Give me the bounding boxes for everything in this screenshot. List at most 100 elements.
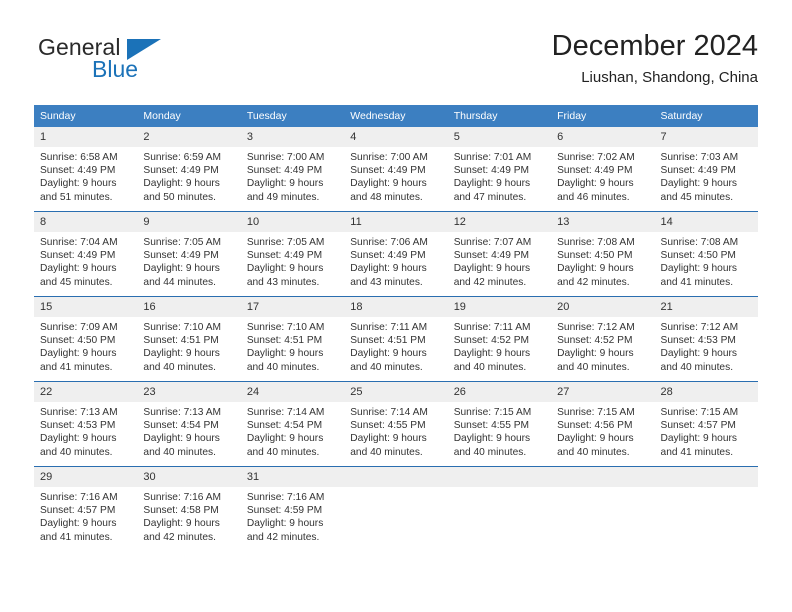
day-cell-inner: 23 Sunrise: 7:13 AM Sunset: 4:54 PM Dayligh… xyxy=(137,382,241,466)
daylight-duration-line2: and 40 minutes. xyxy=(557,446,630,458)
calendar-day-cell[interactable]: 14 Sunrise: 7:08 AM Sunset: 4:50 PM Dayligh… xyxy=(654,211,758,297)
sunrise-time: Sunrise: 7:04 AM xyxy=(40,237,118,248)
day-number: 24 xyxy=(240,382,345,402)
calendar-day-cell[interactable]: 28 Sunrise: 7:15 AM Sunset: 4:57 PM Dayligh… xyxy=(654,381,758,467)
day-details: Sunrise: 7:11 AM Sunset: 4:52 PM Daylight:… xyxy=(448,317,551,374)
calendar-day-cell[interactable]: 3 Sunrise: 7:00 AM Sunset: 4:49 PM Daylight… xyxy=(240,127,345,212)
sunrise-time: Sunrise: 7:15 AM xyxy=(660,407,739,418)
day-details xyxy=(448,487,551,491)
calendar-day-cell[interactable]: 12 Sunrise: 7:07 AM Sunset: 4:49 PM Dayligh… xyxy=(447,211,552,297)
calendar-day-cell[interactable]: 25 Sunrise: 7:14 AM Sunset: 4:55 PM Dayligh… xyxy=(344,381,448,467)
daylight-duration-line2: and 40 minutes. xyxy=(453,446,527,458)
sunrise-time: Sunrise: 6:59 AM xyxy=(143,152,222,163)
daylight-duration-line2: and 40 minutes. xyxy=(143,361,216,373)
day-details: Sunrise: 7:05 AM Sunset: 4:49 PM Daylight:… xyxy=(241,232,344,289)
day-cell-inner xyxy=(551,467,655,551)
sunrise-time: Sunrise: 7:05 AM xyxy=(143,237,222,248)
day-cell-inner xyxy=(654,467,758,551)
calendar-day-cell[interactable]: 29 Sunrise: 7:16 AM Sunset: 4:57 PM Dayligh… xyxy=(34,466,138,551)
weekday-header-row: Sunday Monday Tuesday Wednesday Thursday… xyxy=(34,105,758,127)
weekday-header-monday: Monday xyxy=(137,105,241,127)
calendar-day-cell-empty xyxy=(551,466,655,551)
calendar-day-cell[interactable]: 13 Sunrise: 7:08 AM Sunset: 4:50 PM Dayligh… xyxy=(551,211,655,297)
calendar-day-cell[interactable]: 5 Sunrise: 7:01 AM Sunset: 4:49 PM Daylight… xyxy=(447,127,552,212)
calendar-day-cell[interactable]: 10 Sunrise: 7:05 AM Sunset: 4:49 PM Dayligh… xyxy=(240,211,345,297)
day-details xyxy=(344,487,447,491)
calendar-day-cell[interactable]: 17 Sunrise: 7:10 AM Sunset: 4:51 PM Dayligh… xyxy=(240,296,345,382)
daylight-duration-line1: Daylight: 9 hours xyxy=(246,433,324,445)
calendar-day-cell[interactable]: 7 Sunrise: 7:03 AM Sunset: 4:49 PM Daylight… xyxy=(654,127,758,212)
day-details: Sunrise: 7:08 AM Sunset: 4:50 PM Daylight:… xyxy=(655,232,758,289)
sunrise-time: Sunrise: 7:09 AM xyxy=(40,322,118,333)
calendar-day-cell[interactable]: 4 Sunrise: 7:00 AM Sunset: 4:49 PM Daylight… xyxy=(344,127,448,212)
daylight-duration-line2: and 41 minutes. xyxy=(40,361,113,373)
daylight-duration-line1: Daylight: 9 hours xyxy=(453,263,531,275)
day-cell-inner: 24 Sunrise: 7:14 AM Sunset: 4:54 PM Dayligh… xyxy=(240,382,345,466)
sunrise-time: Sunrise: 7:13 AM xyxy=(40,407,118,418)
day-number: 29 xyxy=(34,467,138,487)
calendar-day-cell[interactable]: 11 Sunrise: 7:06 AM Sunset: 4:49 PM Dayligh… xyxy=(344,211,448,297)
day-details: Sunrise: 7:00 AM Sunset: 4:49 PM Daylight:… xyxy=(241,147,344,204)
calendar-day-cell[interactable]: 1 Sunrise: 6:58 AM Sunset: 4:49 PM Daylight… xyxy=(34,127,138,212)
day-number: 15 xyxy=(34,297,138,317)
calendar-day-cell[interactable]: 31 Sunrise: 7:16 AM Sunset: 4:59 PM Dayligh… xyxy=(240,466,345,551)
day-cell-inner: 26 Sunrise: 7:15 AM Sunset: 4:55 PM Dayligh… xyxy=(447,382,552,466)
daylight-duration-line2: and 50 minutes. xyxy=(143,191,216,203)
calendar-body: 1 Sunrise: 6:58 AM Sunset: 4:49 PM Daylight… xyxy=(34,127,758,551)
calendar-day-cell[interactable]: 16 Sunrise: 7:10 AM Sunset: 4:51 PM Dayligh… xyxy=(137,296,241,382)
sunset-time: Sunset: 4:53 PM xyxy=(40,420,116,432)
day-details: Sunrise: 7:15 AM Sunset: 4:57 PM Daylight:… xyxy=(655,402,758,459)
calendar-day-cell[interactable]: 20 Sunrise: 7:12 AM Sunset: 4:52 PM Dayligh… xyxy=(551,296,655,382)
calendar-day-cell[interactable]: 19 Sunrise: 7:11 AM Sunset: 4:52 PM Dayligh… xyxy=(447,296,552,382)
sunset-time: Sunset: 4:54 PM xyxy=(143,420,219,432)
sunset-time: Sunset: 4:49 PM xyxy=(40,165,116,177)
sunset-time: Sunset: 4:49 PM xyxy=(453,165,530,177)
sunset-time: Sunset: 4:49 PM xyxy=(350,165,426,177)
calendar-day-cell[interactable]: 2 Sunrise: 6:59 AM Sunset: 4:49 PM Daylight… xyxy=(137,127,241,212)
day-details: Sunrise: 7:12 AM Sunset: 4:53 PM Daylight:… xyxy=(655,317,758,374)
daylight-duration-line1: Daylight: 9 hours xyxy=(557,263,634,275)
calendar-day-cell[interactable]: 23 Sunrise: 7:13 AM Sunset: 4:54 PM Dayligh… xyxy=(137,381,241,467)
calendar-day-cell[interactable]: 27 Sunrise: 7:15 AM Sunset: 4:56 PM Dayligh… xyxy=(551,381,655,467)
calendar-day-cell[interactable]: 6 Sunrise: 7:02 AM Sunset: 4:49 PM Daylight… xyxy=(551,127,655,212)
sunrise-time: Sunrise: 7:10 AM xyxy=(246,322,325,333)
day-number: 16 xyxy=(137,297,241,317)
general-blue-logo[interactable]: General Blue xyxy=(34,34,264,92)
calendar-day-cell[interactable]: 18 Sunrise: 7:11 AM Sunset: 4:51 PM Dayligh… xyxy=(344,296,448,382)
day-cell-inner xyxy=(344,467,448,551)
day-cell-inner: 15 Sunrise: 7:09 AM Sunset: 4:50 PM Dayligh… xyxy=(34,297,138,381)
calendar-day-cell[interactable]: 24 Sunrise: 7:14 AM Sunset: 4:54 PM Dayligh… xyxy=(240,381,345,467)
sunset-time: Sunset: 4:51 PM xyxy=(143,335,219,347)
day-cell-inner: 20 Sunrise: 7:12 AM Sunset: 4:52 PM Dayligh… xyxy=(551,297,655,381)
daylight-duration-line2: and 41 minutes. xyxy=(40,531,113,543)
day-cell-inner: 30 Sunrise: 7:16 AM Sunset: 4:58 PM Dayligh… xyxy=(137,467,241,551)
day-cell-inner: 14 Sunrise: 7:08 AM Sunset: 4:50 PM Dayligh… xyxy=(654,212,758,296)
calendar-day-cell[interactable]: 21 Sunrise: 7:12 AM Sunset: 4:53 PM Dayligh… xyxy=(654,296,758,382)
sunset-time: Sunset: 4:50 PM xyxy=(557,250,633,262)
calendar-day-cell[interactable]: 8 Sunrise: 7:04 AM Sunset: 4:49 PM Daylight… xyxy=(34,211,138,297)
calendar-day-cell[interactable]: 30 Sunrise: 7:16 AM Sunset: 4:58 PM Dayligh… xyxy=(137,466,241,551)
sunset-time: Sunset: 4:55 PM xyxy=(453,420,530,432)
day-details: Sunrise: 7:14 AM Sunset: 4:55 PM Daylight:… xyxy=(344,402,447,459)
day-number: 8 xyxy=(34,212,138,232)
calendar-day-cell[interactable]: 26 Sunrise: 7:15 AM Sunset: 4:55 PM Dayligh… xyxy=(447,381,552,467)
calendar-day-cell[interactable]: 15 Sunrise: 7:09 AM Sunset: 4:50 PM Dayligh… xyxy=(34,296,138,382)
sunset-time: Sunset: 4:54 PM xyxy=(246,420,323,432)
daylight-duration-line1: Daylight: 9 hours xyxy=(660,433,737,445)
weekday-header-thursday: Thursday xyxy=(447,105,552,127)
daylight-duration-line2: and 43 minutes. xyxy=(350,276,423,288)
daylight-duration-line1: Daylight: 9 hours xyxy=(660,263,737,275)
daylight-duration-line2: and 45 minutes. xyxy=(40,276,113,288)
day-cell-inner: 2 Sunrise: 6:59 AM Sunset: 4:49 PM Daylight… xyxy=(137,127,241,211)
sunset-time: Sunset: 4:50 PM xyxy=(40,335,116,347)
calendar-day-cell[interactable]: 9 Sunrise: 7:05 AM Sunset: 4:49 PM Daylight… xyxy=(137,211,241,297)
day-number: 10 xyxy=(240,212,345,232)
daylight-duration-line2: and 41 minutes. xyxy=(660,276,734,288)
daylight-duration-line1: Daylight: 9 hours xyxy=(660,348,737,360)
daylight-duration-line2: and 42 minutes. xyxy=(453,276,527,288)
day-details: Sunrise: 7:16 AM Sunset: 4:57 PM Daylight:… xyxy=(34,487,137,544)
day-cell-inner: 17 Sunrise: 7:10 AM Sunset: 4:51 PM Dayligh… xyxy=(240,297,345,381)
sunset-time: Sunset: 4:59 PM xyxy=(246,505,323,517)
daylight-duration-line1: Daylight: 9 hours xyxy=(453,348,531,360)
calendar-day-cell[interactable]: 22 Sunrise: 7:13 AM Sunset: 4:53 PM Dayligh… xyxy=(34,381,138,467)
